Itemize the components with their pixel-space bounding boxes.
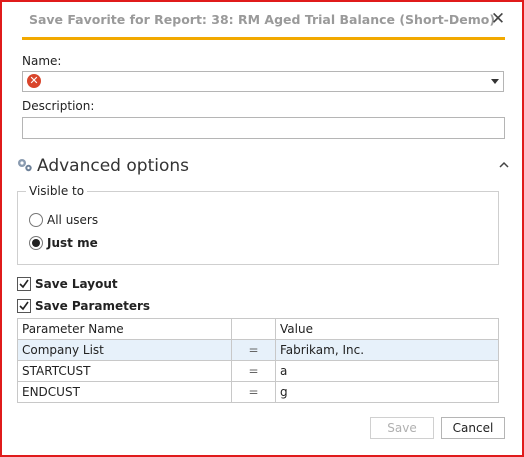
save-button[interactable]: Save — [370, 417, 434, 439]
checkbox-checked-icon[interactable] — [17, 277, 31, 291]
description-label: Description: — [22, 99, 95, 113]
cell-parameter-name[interactable]: ENDCUST — [17, 381, 232, 403]
description-input[interactable] — [22, 117, 505, 139]
cell-parameter-name[interactable]: STARTCUST — [17, 360, 232, 382]
visible-to-legend: Visible to — [26, 184, 88, 198]
table-row[interactable]: ENDCUST = g — [17, 381, 499, 403]
chevron-up-icon[interactable] — [498, 159, 510, 171]
advanced-options-title: Advanced options — [37, 156, 189, 176]
name-label: Name: — [22, 54, 62, 68]
cell-operator[interactable]: = — [231, 339, 276, 361]
save-layout-label: Save Layout — [35, 277, 118, 291]
equals-icon: = — [248, 364, 259, 378]
save-parameters-label: Save Parameters — [35, 299, 151, 313]
cell-operator[interactable]: = — [231, 381, 276, 403]
name-combobox[interactable]: ✕ — [22, 71, 504, 92]
cancel-button[interactable]: Cancel — [441, 417, 505, 439]
cell-value[interactable]: a — [275, 360, 499, 382]
cell-value[interactable]: g — [275, 381, 499, 403]
parameters-table: Parameter Name Value Company List = Fabr… — [17, 318, 499, 403]
chevron-down-icon[interactable] — [491, 79, 499, 84]
advanced-options-header[interactable]: Advanced options — [16, 154, 510, 178]
gears-icon — [18, 159, 32, 172]
cell-parameter-name[interactable]: Company List — [17, 339, 232, 361]
save-layout-checkbox[interactable]: Save Layout — [17, 276, 157, 294]
column-header-operator[interactable] — [231, 318, 276, 340]
radio-button-icon[interactable] — [29, 213, 43, 227]
close-button[interactable]: ✕ — [488, 9, 508, 29]
title-accent-bar — [22, 37, 505, 40]
equals-icon: = — [248, 385, 259, 399]
radio-all-users[interactable]: All users — [29, 212, 149, 230]
cell-operator[interactable]: = — [231, 360, 276, 382]
table-header-row: Parameter Name Value — [17, 318, 499, 340]
radio-button-selected-icon[interactable] — [29, 236, 43, 250]
save-parameters-checkbox[interactable]: Save Parameters — [17, 298, 177, 316]
cell-value[interactable]: Fabrikam, Inc. — [275, 339, 499, 361]
checkbox-checked-icon[interactable] — [17, 299, 31, 313]
table-row[interactable]: STARTCUST = a — [17, 360, 499, 382]
equals-icon: = — [248, 343, 259, 357]
radio-just-me-label: Just me — [47, 236, 98, 250]
close-icon: ✕ — [490, 9, 506, 29]
radio-just-me[interactable]: Just me — [29, 235, 149, 253]
save-favorite-dialog: Save Favorite for Report: 38: RM Aged Tr… — [0, 0, 524, 457]
dialog-title: Save Favorite for Report: 38: RM Aged Tr… — [28, 12, 496, 27]
error-icon: ✕ — [27, 74, 41, 88]
table-row[interactable]: Company List = Fabrikam, Inc. — [17, 339, 499, 361]
radio-all-users-label: All users — [47, 213, 99, 227]
column-header-parameter-name[interactable]: Parameter Name — [17, 318, 232, 340]
column-header-value[interactable]: Value — [275, 318, 499, 340]
